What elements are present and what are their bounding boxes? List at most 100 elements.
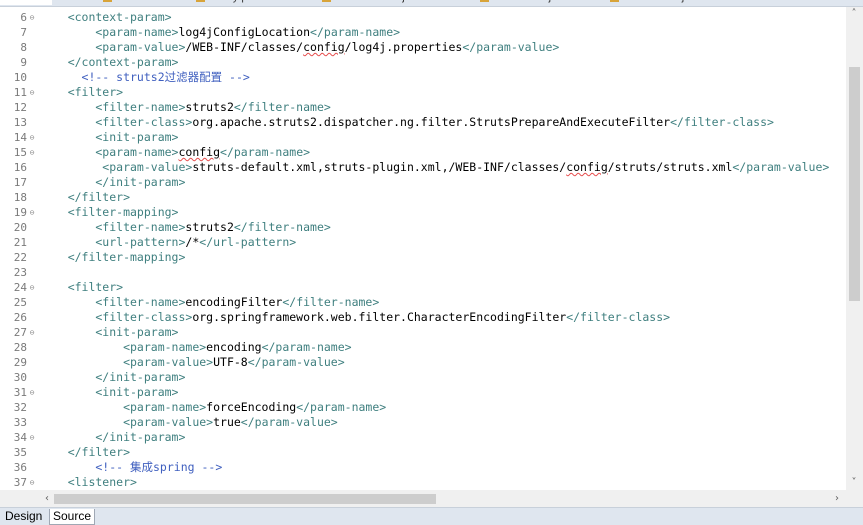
code-line: </context-param>	[40, 55, 179, 70]
xml-tag: <filter-name>	[40, 220, 186, 234]
code-line: <param-value>/WEB-INF/classes/config/log…	[40, 40, 559, 55]
xml-tag: </param-value>	[732, 160, 830, 174]
line-number: 32	[13, 401, 27, 414]
xml-tag: </param-name>	[220, 145, 311, 159]
collapse-marker-icon[interactable]: ⊖	[27, 130, 37, 145]
arrow-left-icon[interactable]: ‹	[40, 492, 54, 506]
code-line: <filter-name>encodingFilter</filter-name…	[40, 295, 379, 310]
collapse-marker-icon[interactable]: ⊖	[27, 145, 37, 160]
line-number: 35	[13, 446, 27, 459]
xml-tag: </context-param>	[40, 55, 179, 69]
editor-tab[interactable]: 20	[760, 0, 772, 5]
xml-tag: <param-name>	[40, 145, 179, 159]
editor-tab[interactable]: DbUnitAction.java	[322, 0, 422, 5]
xml-tag: <url-pattern>	[40, 235, 186, 249]
xml-tag: </filter>	[40, 190, 131, 204]
xml-tag: <init-param>	[40, 130, 179, 144]
scrollbar-corner	[846, 490, 863, 507]
code-line: </filter-mapping>	[40, 250, 186, 265]
code-line: <param-value>struts-default.xml,struts-p…	[40, 160, 829, 175]
code-line: <filter-name>struts2</filter-name>	[40, 220, 331, 235]
xml-tag: <filter-class>	[40, 115, 193, 129]
arrow-right-icon[interactable]: ›	[830, 492, 844, 506]
vertical-scrollbar-thumb[interactable]	[849, 67, 860, 301]
xml-tag: <filter-name>	[40, 100, 186, 114]
xml-tag: </filter-name>	[233, 220, 331, 234]
xml-tag: <param-value>	[40, 160, 193, 174]
xml-tag: </param-value>	[462, 40, 560, 54]
code-line: </filter>	[40, 445, 130, 460]
editor-tab-label: struts.xml	[116, 0, 163, 3]
code-line: <filter-class>org.apache.struts2.dispatc…	[40, 115, 774, 130]
code-line: <param-value>true</param-value>	[40, 415, 338, 430]
xml-tag: </init-param>	[40, 430, 186, 444]
collapse-marker-icon[interactable]: ⊖	[27, 280, 37, 295]
line-number: 19	[13, 206, 27, 219]
line-number: 33	[13, 416, 27, 429]
xml-tag: </init-param>	[40, 370, 186, 384]
xml-text: /WEB-INF/classes/	[185, 40, 304, 54]
xml-text: org.apache.struts2.dispatcher.ng.filter.…	[192, 115, 671, 129]
collapse-marker-icon[interactable]: ⊖	[27, 325, 37, 340]
xml-tag: </filter-class>	[670, 115, 774, 129]
editor-tab[interactable]: web.xml	[0, 0, 53, 5]
line-number: 37	[13, 476, 27, 489]
xml-tag: <context-param>	[40, 10, 172, 24]
code-line: </init-param>	[40, 370, 185, 385]
line-number: 7	[20, 26, 27, 39]
line-number: 8	[20, 41, 27, 54]
line-number: 36	[13, 461, 27, 474]
line-number: 29	[13, 356, 27, 369]
source-tab[interactable]: Source	[49, 509, 96, 525]
line-number: 11	[13, 86, 27, 99]
collapse-marker-icon[interactable]: ⊖	[27, 85, 37, 100]
xml-text: /*	[185, 235, 200, 249]
horizontal-scrollbar-thumb[interactable]	[54, 494, 436, 504]
line-number: 15	[13, 146, 27, 159]
xml-tag: <filter-class>	[40, 310, 193, 324]
code-line: <context-param>	[40, 10, 172, 25]
xml-comment: <!-- 集成spring -->	[40, 460, 223, 474]
line-number-gutter: 6 ⊖ 7 8 9 10 11 ⊖ 12 13 14 ⊖ 15 ⊖ 16 17 18 19 ⊖ 20 21 22 23 24 ⊖…	[0, 7, 40, 490]
xml-tag: </param-value>	[247, 355, 345, 369]
collapse-marker-icon[interactable]: ⊖	[27, 430, 37, 445]
xml-text: UTF-8	[213, 355, 248, 369]
code-line: <!-- 集成spring -->	[40, 460, 222, 475]
xml-tag: </url-pattern>	[199, 235, 297, 249]
code-line: <param-name>encoding</param-name>	[40, 340, 352, 355]
collapse-marker-icon[interactable]: ⊖	[27, 475, 37, 490]
arrow-down-icon[interactable]: ˅	[847, 476, 861, 490]
code-line: <init-param>	[40, 325, 178, 340]
line-number: 20	[13, 221, 27, 234]
xml-tag: </filter>	[40, 445, 131, 459]
editor-tab[interactable]: PostAction.java	[480, 0, 569, 5]
line-number: 25	[13, 296, 27, 309]
code-line: <param-value>UTF-8</param-value>	[40, 355, 345, 370]
xml-text: log4jConfigLocation	[178, 25, 311, 39]
collapse-marker-icon[interactable]: ⊖	[27, 10, 37, 25]
xml-text: struts-default.xml,struts-plugin.xml,/WE…	[192, 160, 567, 174]
xml-text: true	[213, 415, 241, 429]
code-line: <init-param>	[40, 130, 178, 145]
xml-text: forceEncoding	[206, 400, 297, 414]
xml-tag: </param-name>	[296, 400, 387, 414]
editor-mode-bar	[0, 507, 863, 525]
code-line: <url-pattern>/*</url-pattern>	[40, 235, 296, 250]
xml-text: config	[178, 145, 221, 159]
source-editor[interactable]: <context-param> <param-name> log4jConfigL…	[40, 7, 846, 490]
editor-tab[interactable]: sunny/pom.xml	[196, 0, 283, 5]
editor-tab[interactable]: BaseAction.java	[610, 0, 702, 5]
line-number: 21	[13, 236, 27, 249]
editor-tab-label: web.xml	[6, 0, 46, 3]
code-line: <filter-mapping>	[40, 205, 179, 220]
line-number: 6	[20, 11, 27, 24]
collapse-marker-icon[interactable]: ⊖	[27, 385, 37, 400]
code-line: <param-name>config</param-name>	[40, 145, 310, 160]
design-tab[interactable]: Design	[2, 509, 45, 524]
collapse-marker-icon[interactable]: ⊖	[27, 205, 37, 220]
arrow-up-icon[interactable]: ˄	[847, 7, 861, 21]
editor-tab-label: PostAction.java	[493, 0, 569, 3]
code-line: <filter>	[40, 85, 123, 100]
editor-tab[interactable]: struts.xml	[103, 0, 163, 5]
code-line: </init-param>	[40, 430, 185, 445]
